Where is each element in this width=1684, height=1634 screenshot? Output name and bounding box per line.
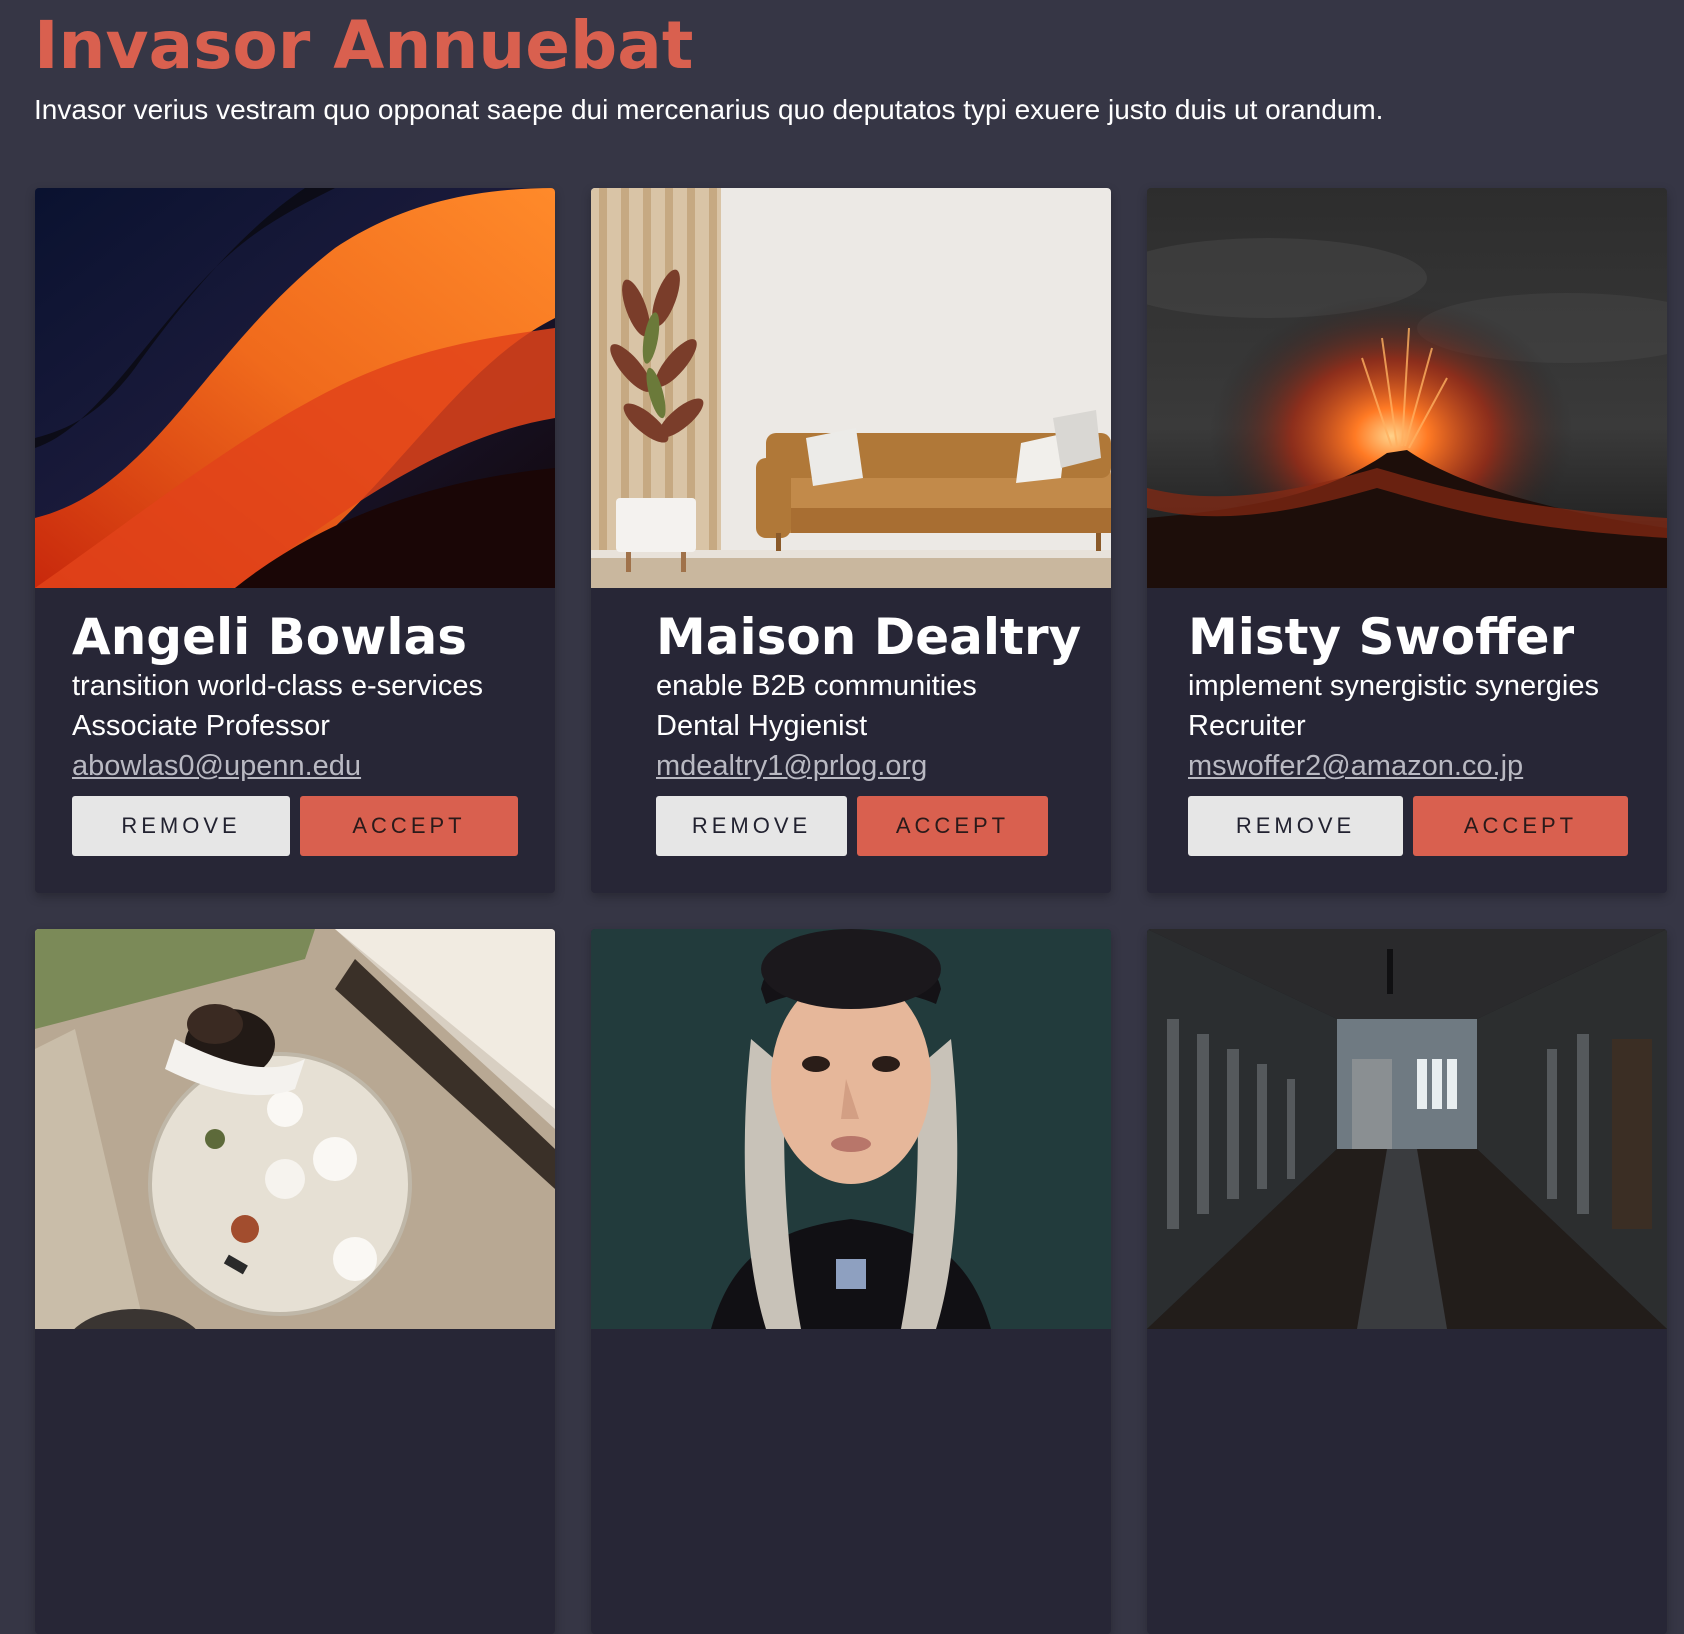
page-subtitle: Invasor verius vestram quo opponat saepe…: [34, 94, 1384, 125]
card-image-cafe-table: [35, 929, 555, 1329]
card-tagline: transition world-class e-services: [72, 670, 483, 702]
profile-card: [35, 929, 555, 1634]
card-image-abstract-wave: [35, 188, 555, 588]
profile-card: Angeli Bowlas transition world-class e-s…: [35, 188, 555, 893]
card-image-hallway: [1147, 929, 1667, 1329]
card-email-link[interactable]: mswoffer2@amazon.co.jp: [1188, 746, 1523, 786]
card-image-living-room: [591, 188, 1111, 588]
card-tagline: implement synergistic synergies: [1188, 670, 1599, 702]
card-email-link[interactable]: abowlas0@upenn.edu: [72, 746, 361, 786]
card-job-title: Recruiter: [1188, 710, 1306, 742]
card-actions: REMOVE ACCEPT: [72, 796, 555, 856]
card-name: Maison Dealtry: [656, 608, 1082, 666]
card-name: Angeli Bowlas: [72, 608, 467, 666]
card-image-portrait: [591, 929, 1111, 1329]
card-grid: Angeli Bowlas transition world-class e-s…: [35, 188, 1667, 1634]
profile-card: Maison Dealtry enable B2B communities De…: [591, 188, 1111, 893]
accept-button[interactable]: ACCEPT: [857, 796, 1048, 856]
card-job-title: Associate Professor: [72, 710, 330, 742]
remove-button[interactable]: REMOVE: [1188, 796, 1403, 856]
profile-card: [591, 929, 1111, 1634]
remove-button[interactable]: REMOVE: [656, 796, 847, 856]
card-job-title: Dental Hygienist: [656, 710, 868, 742]
card-name: Misty Swoffer: [1188, 608, 1575, 666]
profile-card: Misty Swoffer implement synergistic syne…: [1147, 188, 1667, 893]
accept-button[interactable]: ACCEPT: [300, 796, 518, 856]
card-image-volcano: [1147, 188, 1667, 588]
card-tagline: enable B2B communities: [656, 670, 977, 702]
remove-button[interactable]: REMOVE: [72, 796, 290, 856]
page-title: Invasor Annuebat: [34, 7, 694, 84]
profile-card: [1147, 929, 1667, 1634]
card-actions: REMOVE ACCEPT: [656, 796, 1111, 856]
accept-button[interactable]: ACCEPT: [1413, 796, 1628, 856]
card-email-link[interactable]: mdealtry1@prlog.org: [656, 746, 927, 786]
card-actions: REMOVE ACCEPT: [1188, 796, 1667, 856]
